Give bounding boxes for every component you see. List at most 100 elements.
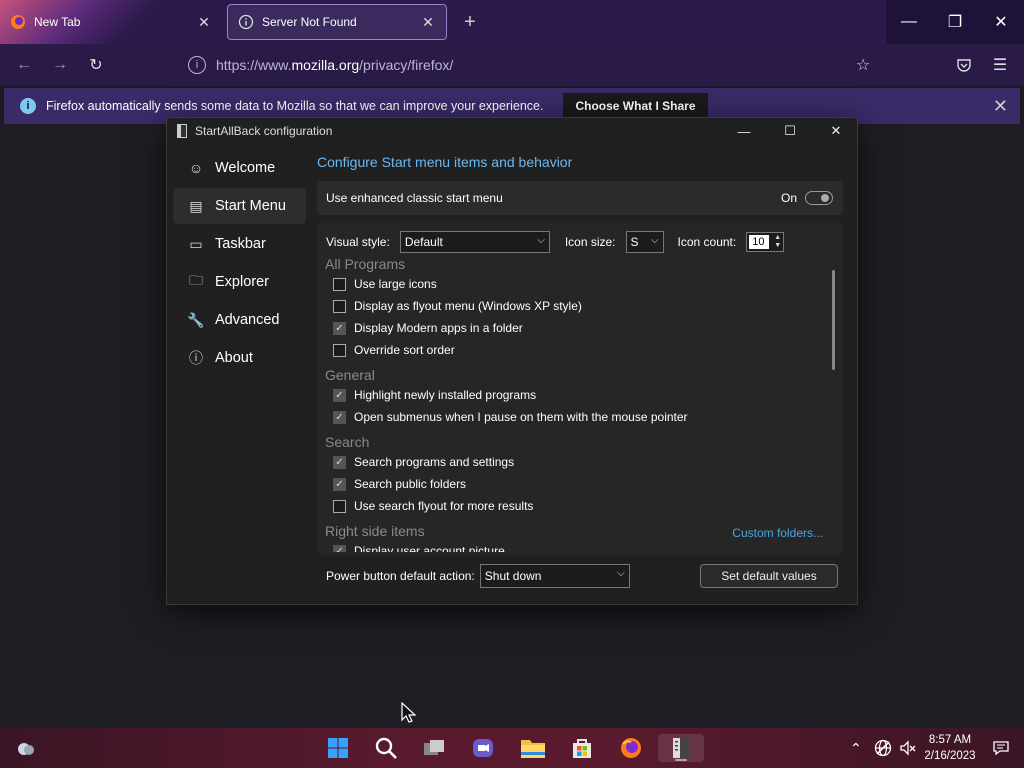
checkbox-label: Use large icons [354, 277, 437, 291]
site-info-icon[interactable]: i [188, 56, 206, 74]
checkbox-flyout-menu[interactable]: Display as flyout menu (Windows XP style… [333, 299, 582, 313]
search-icon[interactable] [368, 734, 404, 762]
info-icon: ⓘ [189, 350, 203, 366]
chat-icon[interactable] [465, 734, 501, 762]
new-tab-button[interactable]: + [458, 10, 482, 34]
notification-center-icon[interactable] [992, 728, 1010, 768]
sidebar-item-welcome[interactable]: ☺ Welcome [173, 150, 306, 186]
windows-start-icon[interactable] [320, 734, 356, 762]
icon-count-value[interactable]: 10 [749, 235, 770, 249]
checkbox-box[interactable] [333, 299, 346, 313]
sidebar-item-taskbar[interactable]: ▭ Taskbar [173, 226, 306, 262]
enhanced-start-menu-toggle[interactable] [805, 191, 833, 205]
power-action-select[interactable]: Shut down ⌵ [479, 564, 630, 588]
tab-server-not-found[interactable]: Server Not Found ✕ [227, 4, 447, 40]
running-indicator [675, 759, 687, 761]
clock-time: 8:57 AM [928, 734, 972, 746]
options-list: All Programs Use large icons Display as … [317, 256, 827, 552]
checkbox-override-sort[interactable]: Override sort order [333, 343, 455, 357]
back-icon[interactable]: ← [12, 54, 36, 76]
task-view-icon[interactable] [416, 734, 452, 762]
system-clock[interactable]: 8:57 AM 2/16/2023 [920, 732, 980, 764]
checkbox-search-public[interactable]: ✓ Search public folders [333, 477, 466, 491]
spin-arrows-icon[interactable]: ▲ ▼ [774, 234, 781, 250]
options-scrollbar[interactable] [828, 256, 840, 552]
scrollbar-thumb[interactable] [832, 270, 835, 370]
dialog-maximize-button[interactable]: ☐ [767, 118, 813, 144]
dialog-close-button[interactable]: ✕ [813, 118, 859, 144]
firefox-icon[interactable] [613, 734, 649, 762]
forward-icon[interactable]: → [48, 54, 72, 76]
address-bar[interactable]: i https://www. mozilla.org/privacy/firefo… [180, 50, 880, 80]
url-host: mozilla.org [291, 57, 360, 73]
bookmark-star-icon[interactable]: ☆ [851, 54, 875, 76]
visual-style-value: Default [404, 235, 443, 249]
restore-button[interactable]: ❐ [932, 0, 978, 44]
options-panel: Visual style: Default ⌵ Icon size: S ⌵ I… [317, 223, 843, 555]
checkbox-search-flyout[interactable]: Use search flyout for more results [333, 499, 533, 513]
checkbox-open-submenus[interactable]: ✓ Open submenus when I pause on them wit… [333, 410, 688, 424]
sidebar-item-label: About [215, 350, 253, 366]
pocket-icon[interactable] [952, 54, 976, 76]
sidebar-item-explorer[interactable]: 🗀 Explorer [173, 264, 306, 300]
checkbox-label: Display user account picture [354, 544, 505, 552]
checkbox-label: Search programs and settings [354, 455, 515, 469]
reload-icon[interactable]: ↻ [84, 54, 108, 76]
network-icon[interactable] [874, 728, 892, 768]
checkbox-use-large-icons[interactable]: Use large icons [333, 277, 437, 291]
close-window-button[interactable]: ✕ [978, 0, 1024, 44]
startallback-taskbar-icon[interactable] [658, 734, 704, 762]
startallback-icon [177, 124, 187, 138]
checkbox-modern-apps-folder[interactable]: ✓ Display Modern apps in a folder [333, 321, 523, 335]
choose-what-i-share-button[interactable]: Choose What I Share [563, 93, 708, 119]
tab-new-tab[interactable]: New Tab ✕ [0, 0, 222, 44]
icon-size-value: S [630, 235, 639, 249]
menu-icon[interactable]: ☰ [988, 54, 1012, 76]
weather-icon[interactable] [8, 734, 44, 762]
checkbox-box[interactable]: ✓ [333, 544, 346, 552]
checkbox-label: Display as flyout menu (Windows XP style… [354, 299, 582, 313]
sidebar-item-advanced[interactable]: 🔧 Advanced [173, 302, 306, 338]
sidebar-item-start-menu[interactable]: ▤ Start Menu [173, 188, 306, 224]
close-notification-icon[interactable]: ✕ [993, 96, 1008, 117]
checkbox-box[interactable]: ✓ [333, 477, 346, 491]
clock-date: 2/16/2023 [924, 750, 976, 762]
show-hidden-icons-chevron-icon[interactable]: ⌃ [850, 728, 862, 768]
start-menu-icon: ▤ [189, 197, 203, 214]
minimize-button[interactable]: — [886, 0, 932, 44]
sidebar-item-label: Explorer [215, 274, 269, 290]
checkbox-account-picture[interactable]: ✓ Display user account picture [333, 544, 505, 552]
notification-message: Firefox automatically sends some data to… [46, 99, 544, 113]
checkbox-label: Highlight newly installed programs [354, 388, 537, 402]
checkbox-highlight-new[interactable]: ✓ Highlight newly installed programs [333, 388, 536, 402]
close-tab-icon[interactable]: ✕ [196, 14, 212, 31]
set-default-values-button[interactable]: Set default values [700, 564, 838, 588]
checkbox-box[interactable] [333, 343, 346, 357]
microsoft-store-icon[interactable] [564, 734, 600, 762]
sidebar-item-about[interactable]: ⓘ About [173, 340, 306, 376]
volume-muted-icon[interactable] [899, 728, 917, 768]
checkbox-box[interactable]: ✓ [333, 388, 346, 402]
close-tab-icon[interactable]: ✕ [420, 14, 436, 31]
checkbox-box[interactable]: ✓ [333, 321, 346, 335]
checkbox-box[interactable]: ✓ [333, 410, 346, 424]
custom-folders-link[interactable]: Custom folders... [732, 526, 823, 540]
wrench-icon: 🔧 [187, 311, 205, 328]
checkbox-label: Use search flyout for more results [354, 499, 534, 513]
sidebar-item-label: Taskbar [215, 236, 266, 252]
checkbox-search-programs[interactable]: ✓ Search programs and settings [333, 455, 514, 469]
checkbox-box[interactable] [333, 277, 346, 291]
icon-size-select[interactable]: S ⌵ [625, 231, 664, 253]
visual-style-label: Visual style: [326, 235, 390, 249]
checkbox-box[interactable]: ✓ [333, 455, 346, 469]
panel-heading: Configure Start menu items and behavior [317, 154, 573, 170]
file-explorer-icon[interactable] [515, 734, 551, 762]
dialog-minimize-button[interactable]: — [721, 118, 767, 144]
icon-size-label: Icon size: [564, 235, 616, 249]
power-action-label: Power button default action: [326, 569, 475, 583]
checkbox-label: Search public folders [354, 477, 467, 491]
visual-style-select[interactable]: Default ⌵ [399, 231, 550, 253]
icon-count-stepper[interactable]: 10 ▲ ▼ [746, 232, 785, 252]
checkbox-box[interactable] [333, 499, 346, 513]
sidebar-item-label: Start Menu [215, 198, 286, 214]
